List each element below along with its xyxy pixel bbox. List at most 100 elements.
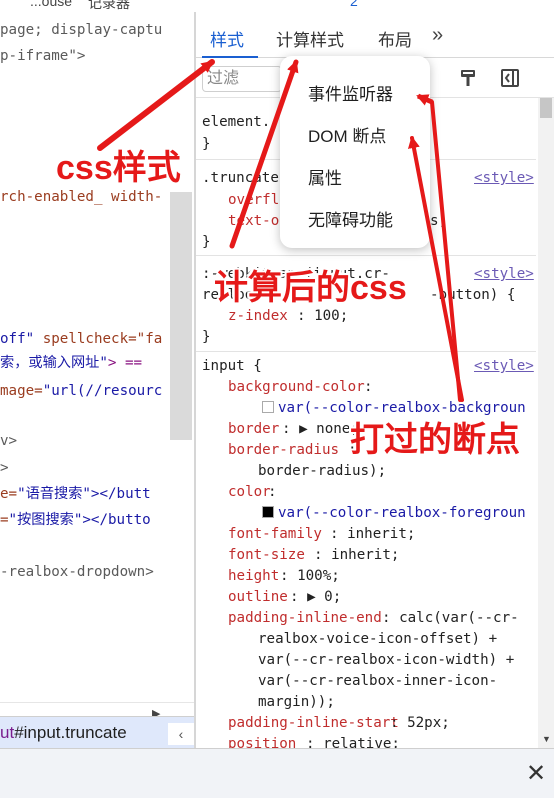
css-var: var(--color-realbox-foregroun (278, 505, 526, 521)
css-value[interactable]: var(--color-realbox-foregroun (262, 503, 526, 524)
filter-input[interactable]: 过滤 (202, 66, 282, 92)
css-value: : relative; (306, 736, 400, 748)
css-value[interactable]: s; (430, 211, 447, 232)
rule-selector-cont: -button) { (430, 287, 516, 303)
menu-item-properties[interactable]: 属性 (308, 164, 342, 189)
code-value: "按图搜索"></butto (8, 512, 151, 528)
code-line[interactable]: > (0, 458, 9, 479)
menu-item-dom-breakpoints[interactable]: DOM 断点 (308, 122, 386, 147)
bottom-drawer: ✕ (0, 748, 554, 798)
breadcrumb-tag: ut (0, 723, 15, 742)
color-swatch[interactable] (262, 506, 274, 518)
more-tabs-icon[interactable]: » (432, 24, 443, 47)
rule-selector: element. (202, 114, 271, 130)
code-line[interactable]: page; display-captu (0, 20, 162, 41)
color-swatch[interactable] (262, 401, 274, 413)
sidebar-tabs: 样式 计算样式 布局 » (196, 12, 554, 58)
css-property[interactable]: font-size (228, 545, 305, 566)
code-line[interactable]: e="语音搜索"></butt (0, 484, 151, 505)
rule-brace: } (202, 329, 211, 345)
css-property[interactable]: color (228, 482, 271, 503)
code-value: 索，或输入网址" (0, 355, 108, 371)
css-value: : inherit; (330, 526, 416, 542)
code-value: "语音搜索"></butt (17, 486, 151, 502)
css-value[interactable]: var(--cr-realbox-icon-width) + (258, 650, 514, 671)
breadcrumb[interactable]: ut#input.truncate ‹ (0, 716, 194, 748)
css-value[interactable]: border-radius); (258, 461, 386, 482)
issues-count[interactable]: 2 (350, 0, 358, 9)
styles-scrollbar-thumb[interactable] (540, 98, 552, 118)
css-property[interactable]: padding-inline-start (228, 713, 399, 734)
css-value: : ▶ none; (282, 421, 359, 437)
code-line[interactable]: ="按图搜索"></butto (0, 510, 151, 531)
css-value: : (364, 379, 373, 395)
annotation-computed-css: 计算后的css (214, 269, 407, 307)
annotation-breakpoints: 打过的断点 (350, 421, 520, 459)
code-line[interactable]: -realbox-dropdown> (0, 562, 154, 583)
code-line[interactable]: v> (0, 431, 17, 452)
rule-selector: input { (202, 358, 262, 374)
breadcrumb-scroll-icon[interactable]: ‹ (168, 723, 194, 745)
css-property[interactable]: z-index (228, 306, 288, 327)
css-property[interactable]: height (228, 566, 279, 587)
rule-source-link[interactable]: <style> (474, 168, 534, 189)
code-line[interactable]: rch-enabled_ width- (0, 187, 162, 208)
css-value: : 52px; (390, 715, 450, 731)
vertical-scrollbar-thumb[interactable] (170, 192, 192, 440)
toolbar-fragment-2: 记录器 (88, 0, 130, 11)
horizontal-scrollbar[interactable]: ▶ (0, 702, 194, 716)
css-value: : ▶ 0; (290, 589, 342, 605)
rule-brace: } (202, 234, 211, 250)
code-line[interactable]: 索，或输入网址"> == (0, 353, 142, 374)
scroll-down-arrow-icon[interactable]: ▼ (542, 734, 551, 744)
breadcrumb-node[interactable]: ut#input.truncate (0, 723, 127, 743)
menu-item-accessibility[interactable]: 无障碍功能 (308, 206, 393, 231)
css-property[interactable]: position (228, 734, 296, 748)
code-attr: e= (0, 486, 18, 502)
rule-selector: .truncate (202, 170, 279, 186)
css-property[interactable]: font-family (228, 524, 322, 545)
code-attr: spellcheck="fa (34, 331, 163, 347)
code-tag: > == (107, 355, 143, 371)
rule-source-link[interactable]: <style> (474, 264, 534, 285)
elements-panel: page; display-captu p-iframe"> rch-enabl… (0, 12, 194, 716)
css-property[interactable]: text-o (228, 211, 279, 232)
code-line[interactable]: mage="url(//resourc (0, 381, 162, 402)
css-value: : 100%; (280, 568, 340, 584)
css-value[interactable]: realbox-voice-icon-offset) + (258, 629, 497, 650)
css-property[interactable]: background-color (228, 377, 365, 398)
tab-styles[interactable]: 样式 (210, 26, 244, 51)
tab-computed[interactable]: 计算样式 (276, 26, 344, 51)
close-icon[interactable]: ✕ (526, 759, 546, 788)
more-tabs-menu: 事件监听器 DOM 断点 属性 无障碍功能 (280, 56, 430, 248)
rule-brace: } (202, 136, 211, 152)
css-value: : calc(var(--cr- (382, 610, 519, 626)
code-value: "url(//resourc (42, 383, 163, 399)
css-property[interactable]: padding-inline-end (228, 608, 382, 629)
css-value: : inherit; (314, 547, 400, 563)
code-attr: mage= (0, 383, 43, 399)
css-property[interactable]: outline (228, 587, 288, 608)
css-property[interactable]: border-radius (228, 440, 339, 461)
tab-layout[interactable]: 布局 (378, 26, 412, 51)
scroll-right-arrow-icon[interactable]: ▶ (152, 707, 160, 716)
rule-source-link[interactable]: <style> (474, 356, 534, 377)
css-value[interactable]: margin)); (258, 692, 335, 713)
code-value: off" (0, 331, 35, 347)
breadcrumb-selector: #input.truncate (14, 723, 127, 742)
code-line[interactable]: p-iframe"> (0, 46, 85, 67)
menu-item-event-listeners[interactable]: 事件监听器 (308, 80, 393, 105)
code-line[interactable]: off" spellcheck="fa (0, 329, 162, 350)
css-property[interactable]: border (228, 419, 279, 440)
css-property[interactable]: overfl (228, 190, 279, 211)
code-attr: = (0, 512, 9, 528)
annotation-css-styles: css样式 (56, 149, 181, 187)
styles-scrollbar[interactable] (538, 98, 554, 748)
toolbar-fragment-1: ...ouse (30, 0, 73, 9)
top-toolbar-strip: ...ouse 记录器 2 (0, 0, 554, 12)
toggle-sidebar-icon[interactable] (500, 68, 520, 88)
paint-brush-icon[interactable] (458, 68, 478, 88)
css-value[interactable]: var(--cr-realbox-inner-icon- (258, 671, 497, 692)
css-value: : (268, 484, 277, 500)
css-value[interactable]: : 100; (297, 306, 348, 327)
